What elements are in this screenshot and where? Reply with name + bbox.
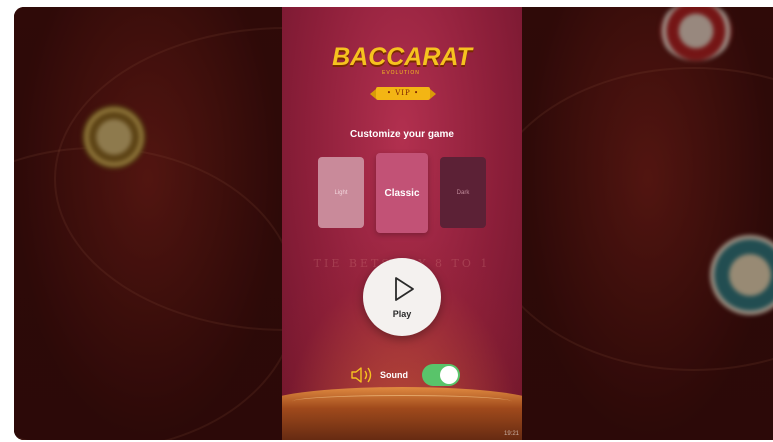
game-window: TIE BETS PAY 8 TO 1 BACCARAT EVOLUTION •… xyxy=(14,7,773,440)
sound-setting: Sound xyxy=(350,363,470,387)
logo-subtitle: EVOLUTION xyxy=(382,70,420,76)
clock: 19:21 xyxy=(503,431,519,437)
toggle-knob xyxy=(440,366,458,384)
theme-classic-card[interactable]: Classic xyxy=(376,153,428,233)
sound-label: Sound xyxy=(380,370,408,380)
dim-overlay xyxy=(522,7,773,440)
rail-highlight xyxy=(292,395,512,408)
theme-label: Light xyxy=(334,189,348,196)
logo-title: BACCARAT xyxy=(332,43,472,71)
theme-label: Classic xyxy=(384,187,420,199)
baccarat-logo: BACCARAT EVOLUTION xyxy=(282,43,522,76)
theme-label: Dark xyxy=(456,189,470,196)
play-icon xyxy=(395,277,414,301)
customize-heading: Customize your game xyxy=(350,129,454,140)
background-table-left xyxy=(14,7,518,440)
vip-badge: • VIP • xyxy=(370,87,436,100)
background-table-right xyxy=(482,7,773,440)
theme-dark-card[interactable]: Dark xyxy=(440,157,486,228)
play-button[interactable]: Play xyxy=(363,258,441,336)
sound-toggle[interactable] xyxy=(422,364,460,386)
play-label: Play xyxy=(392,309,412,319)
settings-panel: TIE BETS PAY 8 TO 1 BACCARAT EVOLUTION •… xyxy=(282,7,522,440)
theme-light-card[interactable]: Light xyxy=(318,157,364,228)
dim-overlay xyxy=(14,7,282,440)
speaker-icon xyxy=(351,367,372,383)
